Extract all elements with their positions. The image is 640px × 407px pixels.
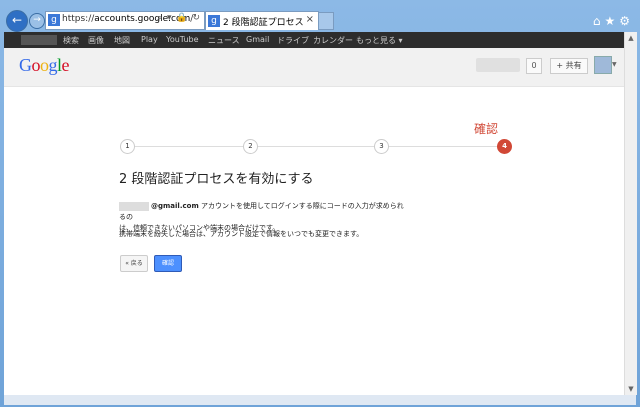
logo-letter: o: [31, 55, 41, 75]
address-bar-icons[interactable]: ⌕ ▾ 🔒 ↻: [157, 13, 201, 23]
page-title: 2 段階認証プロセスを有効にする: [119, 172, 314, 187]
browser-toolbar: ← → g https://accounts.google.com/ ⌕ ▾ 🔒…: [0, 8, 640, 32]
forward-button[interactable]: →: [29, 13, 45, 29]
google-favicon-icon: g: [48, 14, 60, 26]
tab-2step-verification[interactable]: g 2 段階認証プロセス ×: [205, 11, 319, 30]
gbar-item-play[interactable]: Play: [141, 35, 158, 44]
address-bar[interactable]: g https://accounts.google.com/ ⌕ ▾ 🔒 ↻: [45, 11, 205, 30]
logo-letter: o: [40, 55, 49, 75]
browser-right-icons[interactable]: ⌂★⚙: [593, 14, 634, 28]
step-4: 4: [497, 139, 512, 154]
vertical-scrollbar[interactable]: ▲ ▼: [624, 32, 637, 395]
blurred-user-id: [476, 58, 520, 72]
stepper-line: [124, 146, 502, 147]
step-1: 1: [120, 139, 135, 154]
gbar-item-calendar[interactable]: カレンダー: [313, 35, 353, 46]
google-favicon-icon: g: [208, 15, 220, 27]
google-bar: 検索 画像 地図 Play YouTube ニュース Gmail ドライブ カレ…: [4, 32, 624, 48]
back-button[interactable]: ←: [6, 10, 28, 32]
lost-device-note: 携帯端末を紛失した場合は、アカウント設定で情報をいつでも変更できます。: [119, 230, 364, 238]
notification-count[interactable]: 0: [526, 58, 542, 74]
avatar[interactable]: [594, 56, 612, 74]
google-logo[interactable]: Google: [19, 55, 69, 76]
step-2: 2: [243, 139, 258, 154]
gbar-item-images[interactable]: 画像: [88, 35, 104, 46]
email-domain: @gmail.com: [151, 202, 199, 210]
gbar-item-drive[interactable]: ドライブ: [277, 35, 309, 46]
gbar-item-more[interactable]: もっと見る ▾: [356, 35, 403, 46]
google-header: Google 0 + 共有 ▼: [4, 48, 624, 87]
current-step-label: 確認: [474, 122, 499, 136]
gbar-item-search[interactable]: 検索: [63, 35, 79, 46]
back-step-button[interactable]: « 戻る: [120, 255, 148, 272]
share-button[interactable]: + 共有: [550, 58, 588, 74]
status-bar: [4, 395, 636, 405]
scroll-up-icon[interactable]: ▲: [625, 32, 637, 44]
logo-letter: e: [61, 55, 70, 75]
confirm-button[interactable]: 確認: [154, 255, 182, 272]
gbar-item-news[interactable]: ニュース: [208, 35, 240, 46]
scroll-down-icon[interactable]: ▼: [625, 383, 637, 395]
logo-letter: g: [48, 55, 58, 75]
logo-letter: G: [19, 55, 32, 75]
gbar-item-gmail[interactable]: Gmail: [246, 35, 269, 44]
close-tab-icon[interactable]: ×: [306, 14, 314, 25]
step-3: 3: [374, 139, 389, 154]
blurred-user-name: [21, 35, 57, 45]
tab-title: 2 段階認証プロセス: [223, 18, 304, 28]
browser-window: ← → g https://accounts.google.com/ ⌕ ▾ 🔒…: [0, 0, 640, 407]
gbar-item-youtube[interactable]: YouTube: [166, 35, 199, 44]
page-content: 検索 画像 地図 Play YouTube ニュース Gmail ドライブ カレ…: [4, 32, 624, 395]
gbar-item-maps[interactable]: 地図: [114, 35, 130, 46]
chevron-down-icon[interactable]: ▼: [612, 61, 617, 68]
new-tab-button[interactable]: [318, 12, 334, 30]
